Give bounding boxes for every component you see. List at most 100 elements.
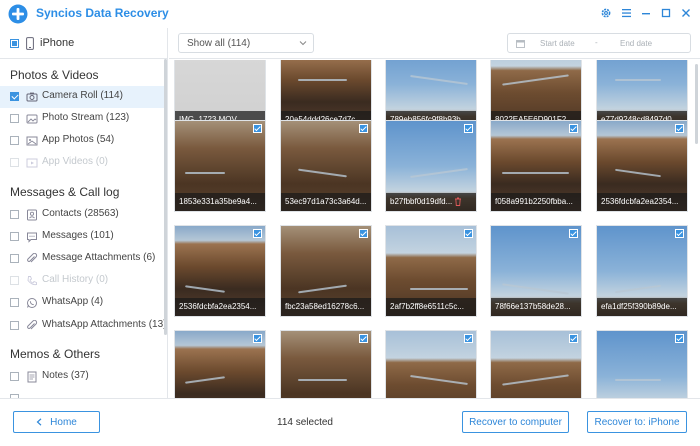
sidebar-item-contacts[interactable]: Contacts (28563) [0, 204, 164, 226]
message-icon [27, 232, 37, 243]
chevron-down-icon [299, 41, 307, 46]
photo-filename: 2536fdcbfa2ea2354... [175, 298, 265, 316]
photo-thumbnail[interactable]: 2af7b2ff8e6511c5c... [385, 225, 477, 317]
app-photos-checkbox[interactable] [10, 136, 19, 145]
photo-filename: fbc23a58ed16278c6... [281, 298, 371, 316]
sidebar-scrollbar[interactable] [164, 59, 167, 335]
photo-checkbox[interactable] [464, 124, 473, 133]
date-range-picker[interactable]: Start date - End date [507, 33, 691, 53]
home-button[interactable]: Home [13, 411, 100, 433]
photo-stream-checkbox[interactable] [10, 114, 19, 123]
selected-count: 114 selected [277, 417, 333, 428]
sidebar-item-whatsapp-attachments[interactable]: WhatsApp Attachments (13) [0, 315, 167, 337]
sidebar-item-messages[interactable]: Messages (101) [0, 226, 164, 248]
photo-filename: 2af7b2ff8e6511c5c... [386, 298, 476, 316]
video-icon [26, 158, 38, 168]
date-separator: - [595, 38, 598, 47]
river-detail [298, 79, 347, 81]
whatsapp-checkbox[interactable] [10, 298, 19, 307]
sidebar-item-whatsapp[interactable]: WhatsApp (4) [0, 292, 164, 314]
photo-thumbnail[interactable]: f058a991b2250fbba... [490, 120, 582, 212]
sidebar-item-photo-stream[interactable]: Photo Stream (123) [0, 108, 164, 130]
phone-call-icon [27, 276, 37, 286]
photo-thumbnail[interactable] [280, 330, 372, 398]
recover-to-computer-button[interactable]: Recover to computer [462, 411, 569, 433]
photo-checkbox[interactable] [253, 229, 262, 238]
show-filter-dropdown[interactable]: Show all (114) [178, 33, 314, 53]
contacts-checkbox[interactable] [10, 210, 19, 219]
grid-scrollbar[interactable] [695, 64, 698, 144]
contacts-icon [27, 209, 37, 221]
photo-thumbnail[interactable]: b27fbbf0d19dfd... [385, 120, 477, 212]
close-button[interactable] [678, 5, 694, 21]
start-date-input[interactable]: Start date [540, 39, 575, 48]
minimize-button[interactable] [638, 5, 654, 21]
photo-thumbnail[interactable]: 2536fdcbfa2ea2354... [596, 120, 688, 212]
photo-checkbox[interactable] [253, 124, 262, 133]
photo-thumbnail[interactable]: 2536fdcbfa2ea2354... [174, 225, 266, 317]
recover-to-device-button[interactable]: Recover to: iPhone [587, 411, 687, 433]
paperclip-icon [27, 320, 38, 330]
sidebar-item-message-attachments[interactable]: Message Attachments (6) [0, 248, 164, 270]
messages-checkbox[interactable] [10, 232, 19, 241]
river-detail [298, 379, 347, 381]
photo-thumbnail[interactable]: efa1df25f390b89de... [596, 225, 688, 317]
photo-checkbox[interactable] [359, 334, 368, 343]
camera-icon [26, 92, 38, 102]
device-checkbox[interactable] [10, 39, 19, 48]
whatsapp-attachments-checkbox[interactable] [10, 321, 19, 330]
photo-checkbox[interactable] [464, 334, 473, 343]
photo-checkbox[interactable] [675, 334, 684, 343]
camera-roll-checkbox[interactable] [10, 92, 19, 101]
sidebar-item-partial[interactable] [0, 388, 164, 398]
notes-checkbox[interactable] [10, 372, 19, 381]
river-detail [502, 172, 569, 174]
sidebar-item-label: WhatsApp Attachments (13) [42, 319, 167, 330]
photo-thumbnail[interactable] [174, 330, 266, 398]
section-title-photos-videos: Photos & Videos [10, 68, 99, 82]
photo-thumbnail[interactable]: 78f66e137b58de28... [490, 225, 582, 317]
photo-checkbox[interactable] [569, 334, 578, 343]
sidebar-item-app-photos[interactable]: App Photos (54) [0, 130, 164, 152]
photo-checkbox[interactable] [359, 124, 368, 133]
photo-thumbnail[interactable] [596, 330, 688, 398]
river-detail [615, 79, 661, 81]
photo-filename: 78f66e137b58de28... [491, 298, 581, 316]
photo-thumbnail[interactable] [490, 330, 582, 398]
photo-thumbnail[interactable]: fbc23a58ed16278c6... [280, 225, 372, 317]
device-row[interactable]: iPhone [0, 28, 167, 59]
sidebar-item-label: WhatsApp (4) [42, 296, 104, 307]
photo-checkbox[interactable] [569, 124, 578, 133]
menu-icon [621, 9, 631, 18]
sidebar-item-notes[interactable]: Notes (37) [0, 366, 164, 388]
end-date-input[interactable]: End date [620, 39, 652, 48]
photo-checkbox[interactable] [569, 229, 578, 238]
sidebar-item-label: Call History (0) [42, 274, 109, 285]
device-name: iPhone [40, 37, 75, 49]
app-videos-checkbox [10, 158, 19, 167]
photo-checkbox[interactable] [359, 229, 368, 238]
photo-checkbox[interactable] [464, 229, 473, 238]
sidebar-item-label: Notes (37) [42, 370, 89, 381]
message-attachments-checkbox[interactable] [10, 254, 19, 263]
toolbar: Show all (114) Start date - End date [169, 28, 700, 59]
photo-thumbnail[interactable]: 53ec97d1a73c3a64d... [280, 120, 372, 212]
photo-filename: efa1df25f390b89de... [597, 298, 687, 316]
photo-image [281, 331, 371, 398]
maximize-icon [661, 8, 671, 18]
photo-filename: 1853e331a35be9a4... [175, 193, 265, 211]
chevron-left-icon [36, 418, 42, 426]
settings-button[interactable] [598, 5, 614, 21]
photo-thumbnail[interactable]: 1853e331a35be9a4... [174, 120, 266, 212]
sidebar-item-label: App Videos (0) [42, 156, 108, 167]
photo-checkbox[interactable] [675, 124, 684, 133]
menu-button[interactable] [618, 5, 634, 21]
photo-thumbnail[interactable] [385, 330, 477, 398]
app-logo-icon [8, 4, 28, 24]
trash-icon[interactable] [454, 197, 462, 206]
maximize-button[interactable] [658, 5, 674, 21]
photo-checkbox[interactable] [675, 229, 684, 238]
photo-checkbox[interactable] [253, 334, 262, 343]
photo-image [386, 331, 476, 398]
sidebar-item-camera-roll[interactable]: Camera Roll (114) [0, 86, 164, 108]
